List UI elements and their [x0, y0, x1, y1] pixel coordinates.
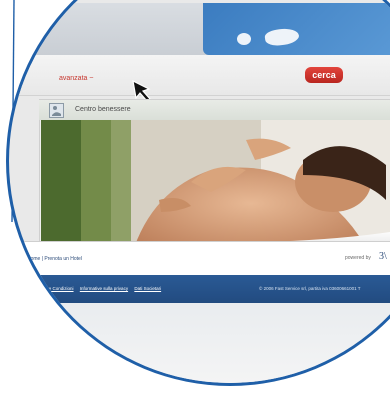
privacy-link[interactable]: Informative sulla privacy — [80, 286, 128, 291]
company-info-link[interactable]: Dati Societari — [134, 286, 161, 291]
search-button[interactable]: cerca — [305, 67, 343, 83]
legal-links: Termini e Condizioni Informative sulla p… — [33, 286, 166, 291]
advanced-search-link[interactable]: avanzata ~ — [59, 75, 93, 82]
terms-link[interactable]: Termini e Condizioni — [33, 286, 74, 291]
header-banner — [203, 3, 390, 55]
website-view: avanzata ~ cerca Centro benessere Home |… — [9, 3, 390, 383]
screenshot-magnifier: avanzata ~ cerca Centro benessere Home |… — [0, 0, 390, 394]
powered-by-label: powered by — [345, 255, 371, 261]
footer-nav-links[interactable]: Home | Prenota un Hotel — [27, 256, 82, 262]
copyright-text: © 2006 Fast Service srl, partita iva 036… — [259, 286, 361, 291]
page-background-bottom — [9, 303, 390, 383]
wellness-massage-photo — [41, 120, 390, 257]
spa-icon — [49, 103, 64, 118]
powered-by-logo: 3\ — [379, 251, 387, 262]
magnifier-lens: avanzata ~ cerca Centro benessere Home |… — [6, 0, 390, 386]
panel-title: Centro benessere — [75, 106, 131, 113]
banner-map-shape-small — [237, 33, 251, 45]
